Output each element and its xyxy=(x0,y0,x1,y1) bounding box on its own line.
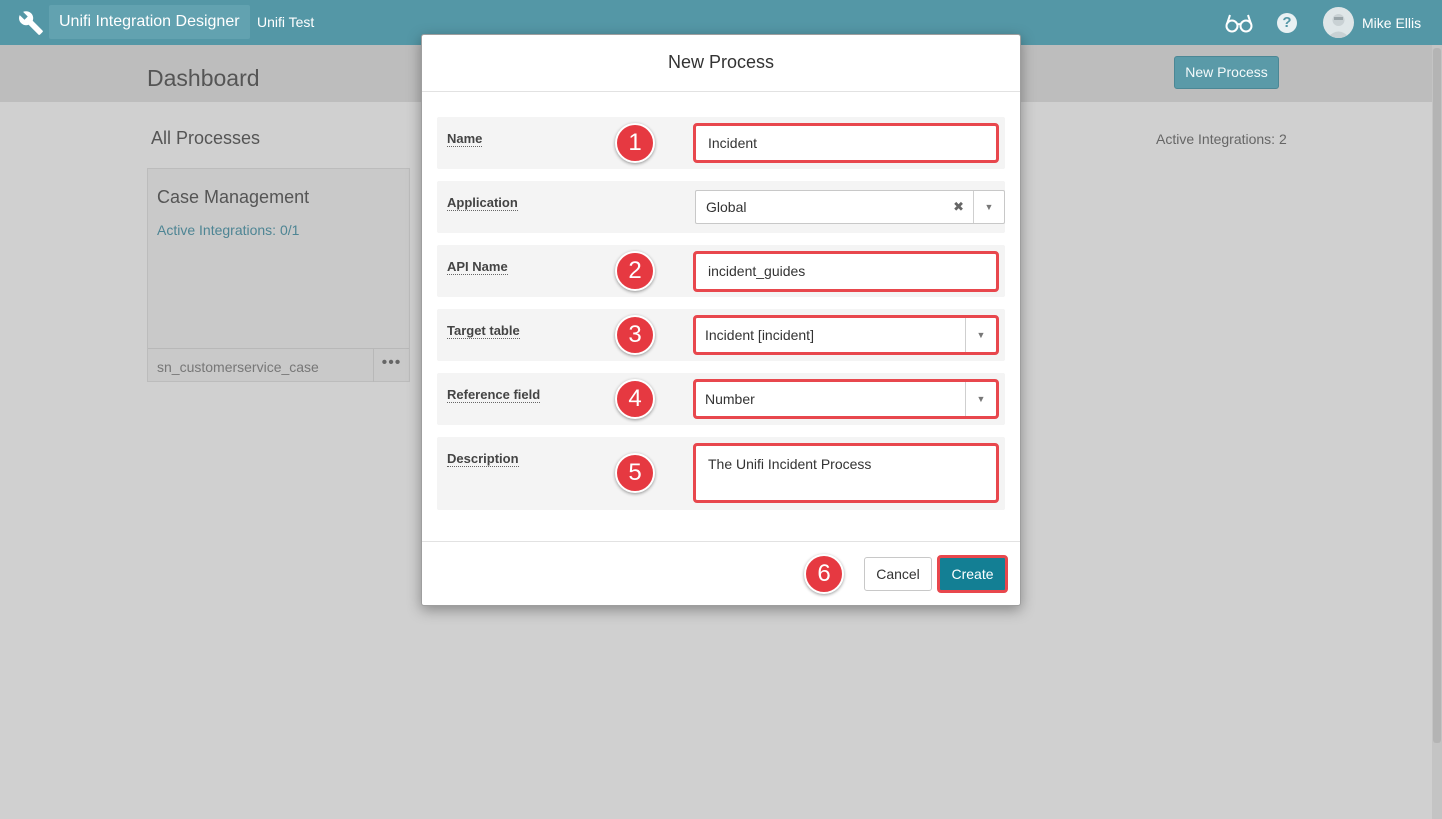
instance-name[interactable]: Unifi Test xyxy=(257,14,314,30)
new-process-modal: New Process Name 1 Incident Application … xyxy=(421,34,1021,606)
api-name-input[interactable]: incident_guides xyxy=(693,251,999,292)
active-integrations-total: Active Integrations: 2 xyxy=(1156,131,1287,147)
wrench-icon[interactable] xyxy=(18,10,44,36)
target-table-select[interactable]: Incident [incident] ▼ xyxy=(693,315,999,355)
description-textarea[interactable]: The Unifi Incident Process xyxy=(693,443,999,503)
step-badge-4: 4 xyxy=(615,379,655,419)
description-row: Description 5 The Unifi Incident Process xyxy=(437,437,1005,510)
description-textarea-value: The Unifi Incident Process xyxy=(708,456,872,472)
name-input-value: Incident xyxy=(708,135,758,151)
page-scrollbar-thumb[interactable] xyxy=(1433,48,1441,743)
api-name-label: API Name xyxy=(447,259,508,275)
clear-icon[interactable]: ✖ xyxy=(953,199,964,215)
reference-field-row: Reference field 4 Number ▼ xyxy=(437,373,1005,425)
card-active-integrations[interactable]: Active Integrations: 0/1 xyxy=(157,222,299,238)
modal-title: New Process xyxy=(422,35,1020,92)
cancel-button[interactable]: Cancel xyxy=(864,557,932,591)
step-badge-2: 2 xyxy=(615,251,655,291)
card-footer: sn_customerservice_case ••• xyxy=(148,348,409,382)
card-table-name: sn_customerservice_case xyxy=(157,359,319,375)
more-options-icon[interactable]: ••• xyxy=(373,349,409,382)
help-icon[interactable]: ? xyxy=(1277,13,1297,33)
api-name-input-value: incident_guides xyxy=(708,263,806,279)
create-button[interactable]: Create xyxy=(937,555,1008,593)
application-select[interactable]: Global ✖ ▼ xyxy=(695,190,1005,224)
modal-footer: 6 Cancel Create xyxy=(422,541,1020,605)
process-card[interactable]: Case Management Active Integrations: 0/1… xyxy=(147,168,410,382)
name-label: Name xyxy=(447,131,483,147)
user-name[interactable]: Mike Ellis xyxy=(1362,15,1421,31)
app-title-button[interactable]: Unifi Integration Designer xyxy=(49,5,250,39)
name-input[interactable]: Incident xyxy=(693,123,999,163)
step-badge-5: 5 xyxy=(615,453,655,493)
all-processes-heading: All Processes xyxy=(151,128,261,148)
chevron-down-icon[interactable]: ▼ xyxy=(965,318,996,352)
application-row: Application Global ✖ ▼ xyxy=(437,181,1005,233)
new-process-button[interactable]: New Process xyxy=(1174,56,1279,89)
page-title: Dashboard xyxy=(147,65,260,91)
name-row: Name 1 Incident xyxy=(437,117,1005,169)
api-name-row: API Name 2 incident_guides xyxy=(437,245,1005,297)
step-badge-3: 3 xyxy=(615,315,655,355)
application-label: Application xyxy=(447,195,518,211)
glasses-icon[interactable] xyxy=(1225,12,1253,34)
avatar-icon[interactable] xyxy=(1323,7,1354,38)
app-title: Unifi Integration Designer xyxy=(59,13,240,30)
reference-field-select[interactable]: Number ▼ xyxy=(693,379,999,419)
chevron-down-icon[interactable]: ▼ xyxy=(965,382,996,416)
chevron-down-icon[interactable]: ▼ xyxy=(973,191,1004,223)
target-table-row: Target table 3 Incident [incident] ▼ xyxy=(437,309,1005,361)
description-label: Description xyxy=(447,451,519,467)
reference-field-select-value: Number xyxy=(705,391,755,407)
step-badge-6: 6 xyxy=(804,554,844,594)
step-badge-1: 1 xyxy=(615,123,655,163)
reference-field-label: Reference field xyxy=(447,387,541,403)
target-table-label: Target table xyxy=(447,323,520,339)
card-title: Case Management xyxy=(157,187,310,207)
avatar-face-icon xyxy=(1327,14,1350,38)
application-select-value: Global xyxy=(706,199,747,215)
target-table-select-value: Incident [incident] xyxy=(705,327,814,343)
